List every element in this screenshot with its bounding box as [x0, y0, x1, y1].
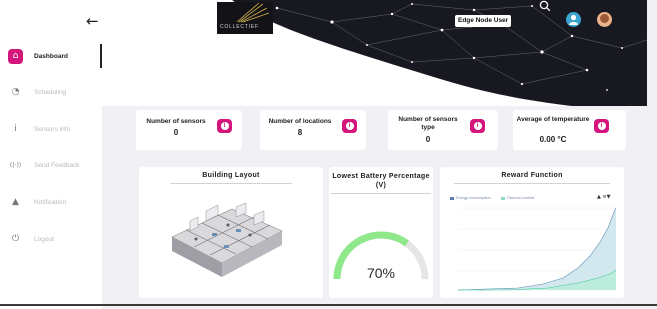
- stat-card-avg-temperature: Average of temperature 0.00 °C i: [513, 110, 626, 150]
- back-arrow-icon[interactable]: ←: [86, 14, 99, 29]
- power-icon: ⏻: [11, 234, 20, 244]
- stat-card-sensors: Number of sensors 0 i: [136, 110, 242, 150]
- sidebar-item-scheduling[interactable]: ◔ Scheduling: [8, 82, 67, 102]
- legend-swatch: [450, 196, 454, 200]
- panel-title: Building Layout: [202, 172, 260, 179]
- sidebar-item-label: Sensors info: [34, 125, 71, 133]
- sidebar: ⌂ Dashboard ◔ Scheduling i Sensors info …: [0, 0, 102, 309]
- header-banner: COLLECTIEF Edge Node User: [102, 0, 647, 106]
- info-icon[interactable]: i: [217, 119, 232, 133]
- sidebar-item-label: Scheduling: [34, 88, 67, 96]
- broadcast-icon: ((·)): [9, 161, 22, 169]
- legend-item: Thermal comfort: [506, 196, 535, 200]
- app-root: ⌂ Dashboard ◔ Scheduling i Sensors info …: [0, 0, 657, 309]
- sidebar-item-notification[interactable]: ▲ Notification: [8, 192, 66, 212]
- stat-value: 0: [425, 135, 431, 144]
- stat-value: 0.00 °C: [539, 135, 567, 144]
- logo-text: COLLECTIEF: [220, 24, 259, 30]
- sidebar-item-sensors-info[interactable]: i Sensors info: [8, 119, 70, 139]
- sidebar-item-label: Send Feedback: [34, 161, 80, 169]
- divider: [170, 183, 292, 184]
- reward-function-panel: Reward Function Energy consumption Therm…: [440, 167, 624, 298]
- building-floorplan-illustration: [171, 202, 283, 277]
- stat-card-locations: Number of locations 8 i: [260, 110, 366, 150]
- info-icon[interactable]: i: [470, 119, 485, 133]
- info-icon[interactable]: i: [594, 119, 609, 133]
- chart-menu-icon[interactable]: ▲ ≡▼: [597, 194, 610, 200]
- stat-value: 0: [173, 128, 179, 137]
- stat-label: Number of locations: [268, 118, 332, 125]
- energy-area: [458, 208, 616, 290]
- bottom-divider: [0, 304, 657, 306]
- building-layout-panel: Building Layout: [139, 167, 323, 298]
- panel-title: Lowest Battery Percentage (V): [332, 173, 430, 189]
- search-icon[interactable]: [539, 0, 551, 12]
- sidebar-item-dashboard[interactable]: ⌂ Dashboard: [8, 46, 68, 66]
- info-icon[interactable]: i: [342, 119, 357, 133]
- profile-avatar[interactable]: [597, 12, 612, 27]
- stat-label: Average of temperature: [516, 116, 590, 123]
- battery-panel: Lowest Battery Percentage (V) 70%: [329, 167, 433, 298]
- info-icon: i: [14, 124, 17, 134]
- user-role-badge: Edge Node User: [455, 15, 512, 27]
- sidebar-item-send-feedback[interactable]: ((·)) Send Feedback: [8, 155, 80, 175]
- divider: [454, 183, 610, 184]
- sidebar-item-label: Logout: [34, 235, 54, 243]
- stat-label: Number of sensors: [146, 118, 206, 125]
- collectief-logo: COLLECTIEF: [217, 2, 273, 34]
- stat-label: Number of sensors type: [398, 116, 458, 131]
- chart-legend: Energy consumption Thermal comfort: [450, 196, 534, 200]
- stat-value: 8: [297, 128, 303, 137]
- sidebar-item-label: Notification: [34, 198, 67, 206]
- panel-title: Reward Function: [501, 172, 563, 179]
- home-icon: ⌂: [8, 48, 23, 64]
- battery-gauge: 70%: [333, 231, 429, 281]
- clock-icon: ◔: [11, 87, 20, 97]
- user-icon[interactable]: [566, 12, 581, 27]
- reward-chart: [457, 207, 617, 291]
- sidebar-item-logout[interactable]: ⏻ Logout: [8, 229, 54, 249]
- stat-card-sensor-types: Number of sensors type 0 i: [388, 110, 498, 150]
- divider: [331, 193, 431, 194]
- legend-item: Energy consumption: [456, 196, 491, 200]
- warning-icon: ▲: [12, 197, 19, 207]
- sidebar-item-label: Dashboard: [34, 52, 68, 60]
- legend-swatch: [500, 196, 505, 200]
- battery-value: 70%: [367, 265, 395, 281]
